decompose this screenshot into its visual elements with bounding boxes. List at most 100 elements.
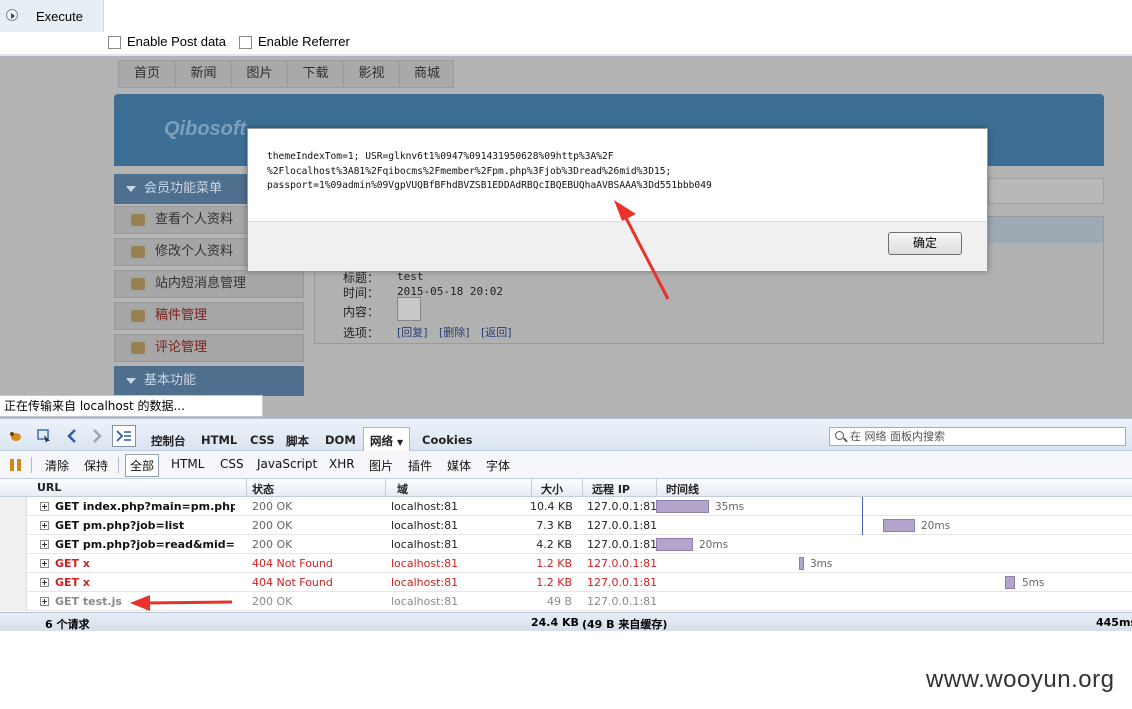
col-timeline[interactable]: 时间线 bbox=[666, 481, 699, 497]
request-ip: 127.0.0.1:81 bbox=[587, 519, 658, 532]
request-url: GET pm.php?job=read&mid=15 bbox=[55, 538, 235, 551]
search-placeholder: 在 网络 面板内搜索 bbox=[850, 430, 945, 443]
filter-xhr[interactable]: XHR bbox=[329, 457, 355, 471]
panel-search-input[interactable]: 在 网络 面板内搜索 bbox=[829, 427, 1126, 446]
total-size: 24.4 KB bbox=[531, 616, 579, 629]
firebug-icon[interactable] bbox=[8, 428, 24, 444]
back-arrow-icon[interactable] bbox=[64, 428, 80, 444]
request-status: 200 OK bbox=[252, 538, 293, 551]
col-domain[interactable]: 域 bbox=[397, 481, 408, 497]
request-ip: 127.0.0.1:81 bbox=[587, 538, 658, 551]
table-row[interactable]: GET test.js 200 OK localhost:81 49 B 127… bbox=[0, 592, 1132, 611]
request-url: GET x bbox=[55, 557, 90, 570]
basic-menu-title[interactable]: 基本功能 bbox=[114, 366, 304, 396]
expand-icon[interactable] bbox=[40, 521, 49, 530]
total-duration: 445ms bbox=[1096, 616, 1132, 629]
options-label: 选项： bbox=[343, 326, 380, 340]
timeline-bar bbox=[656, 500, 709, 513]
table-row[interactable]: GET pm.php?job=list 200 OK localhost:81 … bbox=[0, 516, 1132, 535]
request-url: GET pm.php?job=list bbox=[55, 519, 185, 532]
play-icon bbox=[6, 9, 18, 21]
col-size[interactable]: 大小 bbox=[541, 481, 563, 497]
request-count: 6 个请求 bbox=[45, 618, 90, 631]
request-ip: 127.0.0.1:81 bbox=[587, 595, 658, 608]
sidebar-item-comments[interactable]: 评论管理 bbox=[114, 334, 304, 362]
nav-item-images[interactable]: 图片 bbox=[232, 61, 288, 87]
sidebar-item-messages[interactable]: 站内短消息管理 bbox=[114, 270, 304, 298]
command-line-icon[interactable] bbox=[112, 425, 136, 447]
request-size: 1.2 KB bbox=[536, 576, 572, 589]
chevron-down-icon: ▼ bbox=[397, 438, 404, 447]
table-row[interactable]: GET pm.php?job=read&mid=15 200 OK localh… bbox=[0, 535, 1132, 554]
expand-icon[interactable] bbox=[40, 597, 49, 606]
request-url: GET test.js bbox=[55, 595, 122, 608]
timeline-bar bbox=[883, 519, 915, 532]
request-domain: localhost:81 bbox=[391, 519, 459, 532]
nav-item-downloads[interactable]: 下载 bbox=[288, 61, 344, 87]
enable-post-label: Enable Post data bbox=[127, 34, 227, 49]
expand-icon[interactable] bbox=[40, 540, 49, 549]
forward-arrow-icon[interactable] bbox=[89, 428, 105, 444]
tab-net-label: 网络 bbox=[370, 434, 393, 448]
tab-net[interactable]: 网络 ▼ bbox=[363, 427, 411, 451]
expand-icon[interactable] bbox=[40, 559, 49, 568]
execute-button[interactable]: Execute bbox=[0, 0, 104, 32]
row-gutter bbox=[0, 592, 27, 611]
table-row[interactable]: GET x 404 Not Found localhost:81 1.2 KB … bbox=[0, 554, 1132, 573]
request-ip: 127.0.0.1:81 bbox=[587, 500, 658, 513]
sidebar-item-manuscripts[interactable]: 稿件管理 bbox=[114, 302, 304, 330]
col-remote-ip[interactable]: 远程 IP bbox=[592, 481, 630, 497]
col-separator bbox=[246, 479, 247, 497]
request-size: 10.4 KB bbox=[530, 500, 572, 513]
filter-all[interactable]: 全部 bbox=[125, 454, 160, 477]
edit-icon bbox=[131, 246, 145, 258]
persist-button[interactable]: 保持 bbox=[84, 457, 108, 474]
request-url: GET x bbox=[55, 576, 90, 589]
col-status[interactable]: 状态 bbox=[252, 481, 274, 497]
nav-item-shop[interactable]: 商城 bbox=[400, 61, 454, 87]
filter-html[interactable]: HTML bbox=[171, 457, 204, 471]
filter-plugins[interactable]: 插件 bbox=[408, 457, 432, 474]
message-icon bbox=[131, 278, 145, 290]
tab-cookies[interactable]: Cookies bbox=[422, 433, 472, 447]
inspect-icon[interactable] bbox=[36, 428, 52, 444]
enable-referrer-checkbox[interactable] bbox=[239, 36, 252, 49]
filter-javascript[interactable]: JavaScript bbox=[257, 457, 317, 471]
pause-icon[interactable] bbox=[8, 457, 24, 473]
delete-link[interactable]: [删除] bbox=[439, 324, 470, 340]
timeline-marker bbox=[862, 497, 863, 535]
nav-item-news[interactable]: 新闻 bbox=[176, 61, 232, 87]
nav-item-home[interactable]: 首页 bbox=[119, 61, 176, 87]
expand-icon[interactable] bbox=[40, 502, 49, 511]
filter-fonts[interactable]: 字体 bbox=[486, 457, 510, 474]
table-row[interactable]: GET index.php?main=pm.php?jc 200 OK loca… bbox=[0, 497, 1132, 516]
ok-button[interactable]: 确定 bbox=[888, 232, 962, 255]
tab-console[interactable]: 控制台 bbox=[151, 433, 186, 449]
comment-icon bbox=[131, 342, 145, 354]
title-value: test bbox=[397, 270, 424, 283]
enable-post-checkbox[interactable] bbox=[108, 36, 121, 49]
row-gutter bbox=[0, 554, 27, 573]
request-time: 35ms bbox=[715, 501, 745, 513]
tab-script[interactable]: 脚本 bbox=[286, 433, 309, 449]
table-row[interactable]: GET x 404 Not Found localhost:81 1.2 KB … bbox=[0, 573, 1132, 592]
filter-media[interactable]: 媒体 bbox=[447, 457, 471, 474]
reply-link[interactable]: [回复] bbox=[397, 324, 428, 340]
request-size: 1.2 KB bbox=[536, 557, 572, 570]
clear-button[interactable]: 清除 bbox=[45, 457, 69, 474]
top-right-box bbox=[988, 178, 1104, 204]
nav-item-video[interactable]: 影视 bbox=[344, 61, 400, 87]
back-link[interactable]: [返回] bbox=[481, 324, 512, 340]
filter-css[interactable]: CSS bbox=[220, 457, 244, 471]
filter-images[interactable]: 图片 bbox=[369, 457, 393, 474]
expand-icon[interactable] bbox=[40, 578, 49, 587]
tab-css[interactable]: CSS bbox=[250, 433, 275, 447]
tab-html[interactable]: HTML bbox=[201, 433, 237, 447]
request-ip: 127.0.0.1:81 bbox=[587, 557, 658, 570]
col-separator bbox=[582, 479, 583, 497]
broken-image-icon bbox=[397, 297, 421, 321]
tab-dom[interactable]: DOM bbox=[325, 433, 356, 447]
request-domain: localhost:81 bbox=[391, 595, 459, 608]
col-separator bbox=[656, 479, 657, 497]
col-url[interactable]: URL bbox=[37, 481, 61, 494]
